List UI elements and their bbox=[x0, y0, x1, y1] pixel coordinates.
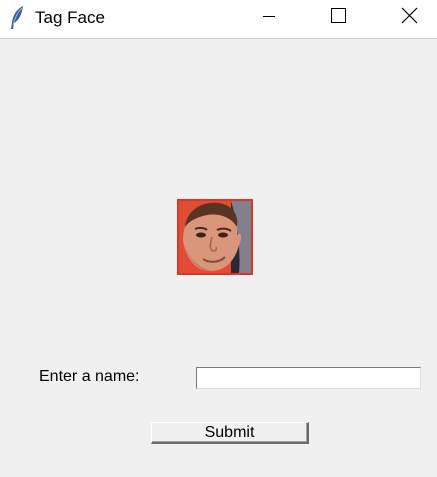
face-thumbnail bbox=[177, 199, 253, 275]
window-title: Tag Face bbox=[35, 8, 105, 27]
close-button[interactable] bbox=[386, 0, 432, 38]
tag-face-window: Tag Face Enter a name: Submit bbox=[0, 0, 437, 477]
submit-button[interactable]: Submit bbox=[151, 422, 309, 444]
minimize-icon bbox=[263, 16, 275, 17]
close-icon bbox=[401, 7, 418, 24]
title-bar[interactable]: Tag Face bbox=[0, 0, 437, 39]
name-input[interactable] bbox=[196, 367, 421, 389]
name-label: Enter a name: bbox=[39, 368, 140, 385]
maximize-icon bbox=[331, 8, 346, 23]
minimize-button[interactable] bbox=[246, 0, 292, 38]
face-image bbox=[179, 201, 251, 273]
maximize-button[interactable] bbox=[315, 0, 361, 38]
feather-icon bbox=[8, 5, 26, 31]
